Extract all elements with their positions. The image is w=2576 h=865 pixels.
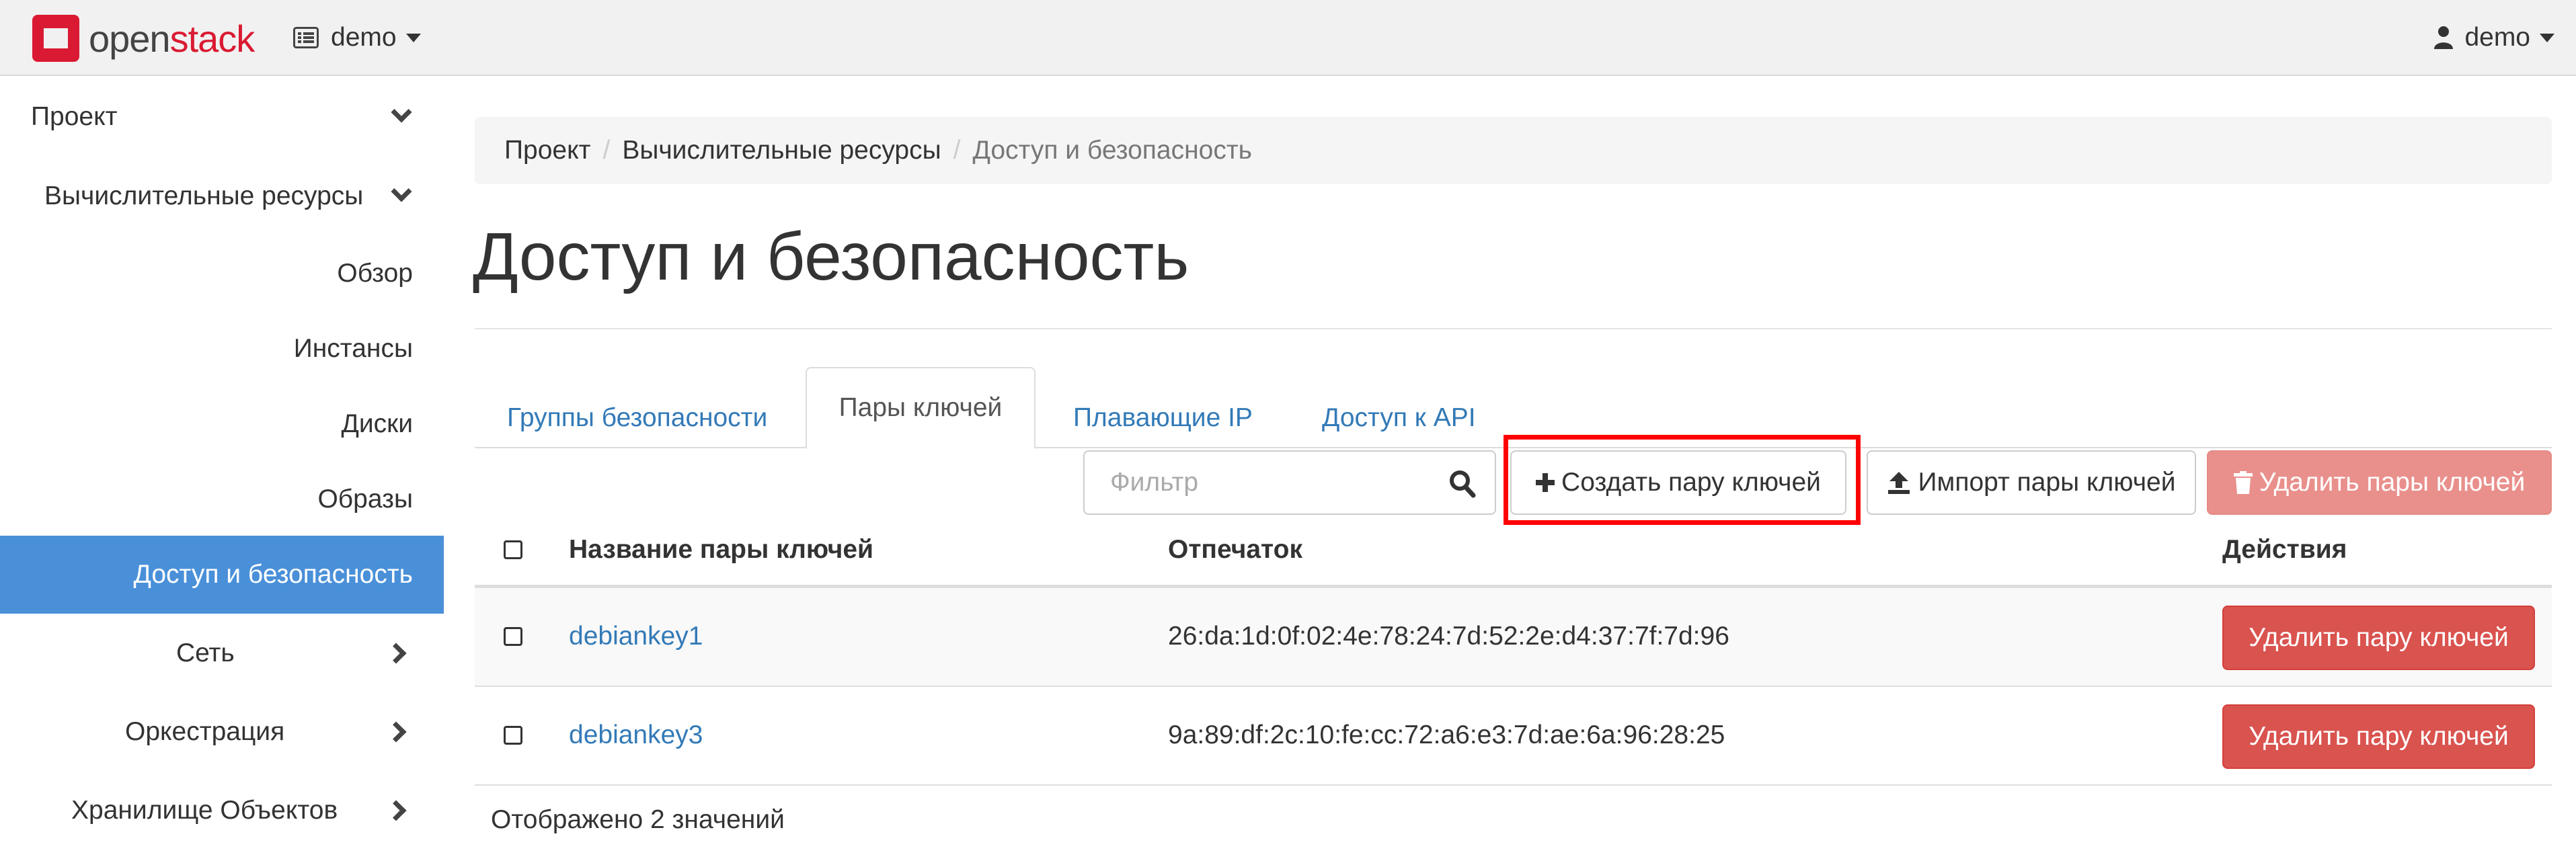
tab-security-groups[interactable]: Группы безопасности xyxy=(507,388,767,448)
sidebar-orchestration[interactable]: Оркестрация xyxy=(0,702,444,761)
sidebar-item-access-security[interactable]: Доступ и безопасность xyxy=(0,536,444,614)
chevron-down-icon xyxy=(391,101,412,123)
user-icon xyxy=(2434,26,2454,49)
sidebar-network-label: Сеть xyxy=(176,639,235,667)
column-header-fingerprint[interactable]: Отпечаток xyxy=(1168,535,1302,565)
filter-box xyxy=(1083,450,1496,515)
user-dropdown[interactable]: demo xyxy=(2433,20,2554,55)
sidebar-object-store[interactable]: Хранилище Объектов xyxy=(0,781,444,840)
table-row: debiankey3 9a:89:df:2c:10:fe:cc:72:a6:e3… xyxy=(475,687,2552,786)
breadcrumb: Проект / Вычислительные ресурсы / Доступ… xyxy=(475,117,2552,184)
upload-icon xyxy=(1887,472,1910,494)
sidebar-compute-label: Вычислительные ресурсы xyxy=(44,181,364,210)
chevron-right-icon xyxy=(385,800,407,821)
sidebar-item-overview[interactable]: Обзор xyxy=(0,245,444,302)
delete-keypair-button[interactable]: Удалить пару ключей xyxy=(2222,704,2535,769)
chevron-right-icon xyxy=(385,721,407,743)
delete-keypairs-label: Удалить пары ключей xyxy=(2259,468,2526,497)
sidebar-item-label: Обзор xyxy=(337,259,413,288)
tab-floating-ips[interactable]: Плавающие IP xyxy=(1073,388,1253,448)
trash-icon xyxy=(2233,471,2253,494)
breadcrumb-item-project[interactable]: Проект xyxy=(504,136,590,165)
delete-keypairs-button[interactable]: Удалить пары ключей xyxy=(2207,450,2552,515)
tab-key-pairs[interactable]: Пары ключей xyxy=(806,367,1036,449)
sidebar-orchestration-label: Оркестрация xyxy=(125,717,285,746)
row-checkbox[interactable] xyxy=(504,726,522,745)
sidebar-item-label: Образы xyxy=(317,485,413,513)
list-icon xyxy=(293,27,319,48)
openstack-logo-icon xyxy=(32,15,79,62)
tab-api-access[interactable]: Доступ к API xyxy=(1322,388,1476,448)
page-title: Доступ и безопасность xyxy=(473,219,1189,294)
sidebar-object-store-label: Хранилище Объектов xyxy=(71,796,338,825)
keypair-fingerprint: 9a:89:df:2c:10:fe:cc:72:a6:e3:7d:ae:6a:9… xyxy=(1168,720,1725,749)
table-row: debiankey1 26:da:1d:0f:02:4e:78:24:7d:52… xyxy=(475,588,2552,687)
column-header-name[interactable]: Название пары ключей xyxy=(569,535,873,565)
chevron-down-icon xyxy=(391,181,412,202)
filter-input[interactable] xyxy=(1110,468,1433,497)
sidebar-item-volumes[interactable]: Диски xyxy=(0,395,444,453)
caret-down-icon xyxy=(405,33,421,42)
sidebar-compute[interactable]: Вычислительные ресурсы xyxy=(0,167,444,226)
openstack-logo[interactable]: openstack xyxy=(32,12,255,65)
caret-down-icon xyxy=(2540,33,2554,42)
chevron-right-icon xyxy=(385,643,407,664)
row-checkbox[interactable] xyxy=(504,627,522,646)
keypair-name-link[interactable]: debiankey1 xyxy=(569,622,703,651)
delete-keypair-button[interactable]: Удалить пару ключей xyxy=(2222,606,2535,670)
keypair-fingerprint: 26:da:1d:0f:02:4e:78:24:7d:52:2e:d4:37:7… xyxy=(1168,622,1729,651)
sidebar-network[interactable]: Сеть xyxy=(0,624,444,683)
search-icon[interactable] xyxy=(1449,469,1476,499)
highlight-box xyxy=(1504,435,1861,525)
project-dropdown-label: demo xyxy=(331,23,397,52)
sidebar-project[interactable]: Проект xyxy=(0,87,444,147)
import-keypair-button[interactable]: Импорт пары ключей xyxy=(1867,450,2196,515)
sidebar-item-label: Доступ и безопасность xyxy=(133,560,414,589)
sidebar-item-label: Диски xyxy=(341,409,413,438)
select-all-checkbox[interactable] xyxy=(504,540,522,559)
sidebar-project-label: Проект xyxy=(31,102,118,131)
table-footer-count: Отображено 2 значений xyxy=(491,805,785,834)
project-dropdown[interactable]: demo xyxy=(293,20,421,55)
sidebar-item-images[interactable]: Образы xyxy=(0,470,444,528)
sidebar-item-instances[interactable]: Инстансы xyxy=(0,320,444,378)
sidebar-item-label: Инстансы xyxy=(293,334,413,363)
import-keypair-label: Импорт пары ключей xyxy=(1918,468,2176,497)
title-divider xyxy=(475,328,2552,329)
column-header-actions: Действия xyxy=(2222,535,2347,564)
user-dropdown-label: demo xyxy=(2464,23,2530,52)
breadcrumb-item-compute[interactable]: Вычислительные ресурсы xyxy=(622,136,941,165)
breadcrumb-item-current: Доступ и безопасность xyxy=(972,136,1253,165)
keypair-name-link[interactable]: debiankey3 xyxy=(569,720,703,750)
